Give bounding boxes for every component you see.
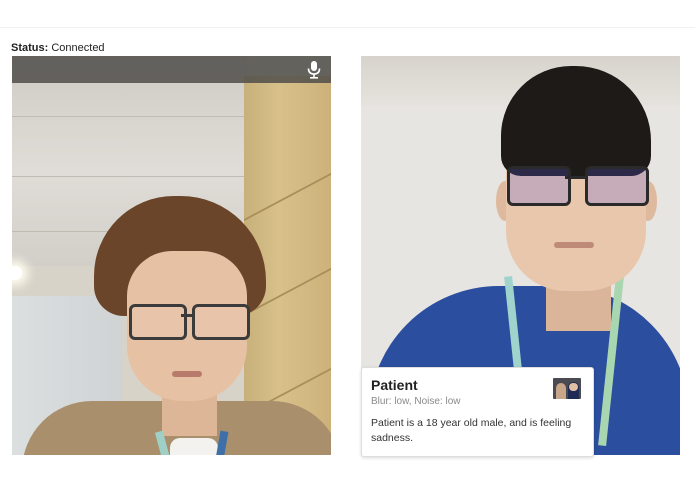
patient-info-card: Patient Blur: low, Noise: low Patient is… xyxy=(361,367,594,457)
status-label: Status: xyxy=(11,42,49,54)
connection-status: Status: Connected xyxy=(11,41,105,55)
local-video-feed xyxy=(12,56,331,455)
background-light xyxy=(12,266,22,280)
call-thumbnail xyxy=(553,378,581,399)
video-control-bar xyxy=(12,56,331,83)
top-divider xyxy=(0,27,695,28)
status-value: Connected xyxy=(51,42,105,54)
card-description: Patient is a 18 year old male, and is fe… xyxy=(371,417,572,444)
card-quality-meta: Blur: low, Noise: low xyxy=(371,396,461,407)
card-title: Patient xyxy=(371,377,418,393)
microphone-icon[interactable] xyxy=(305,60,323,80)
